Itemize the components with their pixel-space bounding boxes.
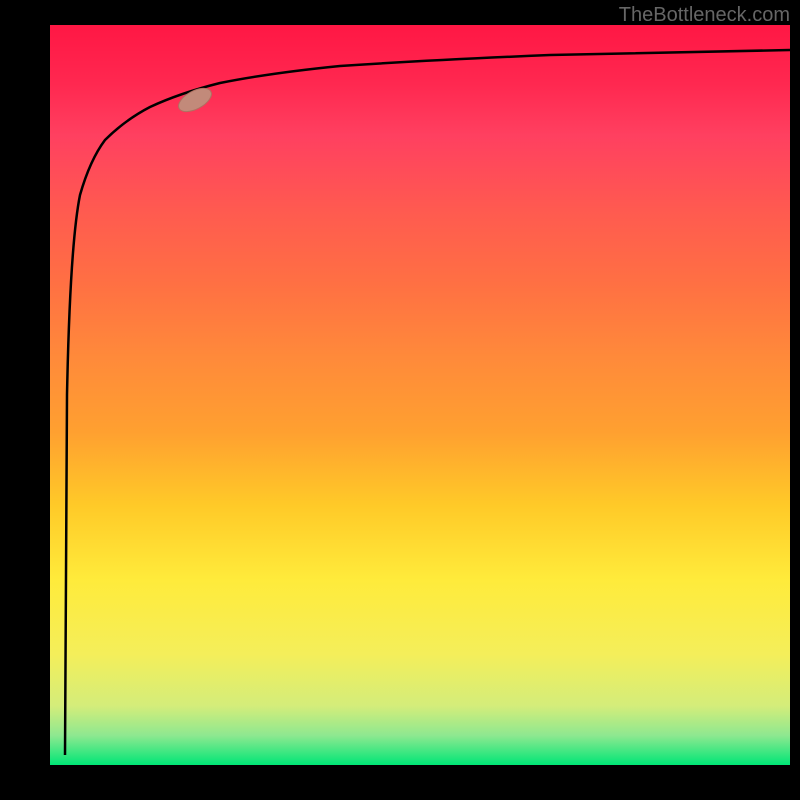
chart-plot-area [50,25,790,765]
chart-marker [175,84,215,117]
watermark-text: TheBottleneck.com [619,4,790,27]
chart-curve-svg [50,25,790,765]
chart-curve-path [65,50,790,755]
